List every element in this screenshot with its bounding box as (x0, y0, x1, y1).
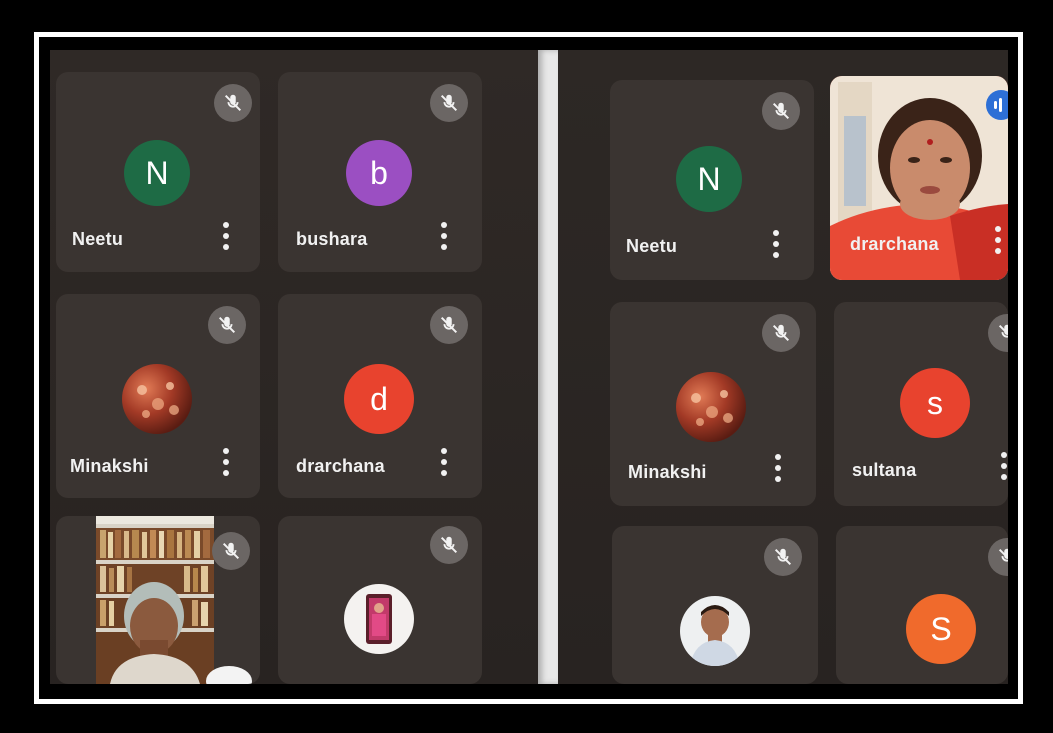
participant-name: Neetu (626, 236, 678, 256)
more-vert-icon[interactable] (440, 222, 448, 250)
avatar: d (344, 364, 414, 434)
mic-off-icon (988, 538, 1008, 576)
participant-tile[interactable]: s sultana (834, 302, 1008, 506)
mic-off-icon (212, 532, 250, 570)
participant-tile[interactable]: Minakshi (56, 294, 260, 498)
participant-tile[interactable]: N Neetu (56, 72, 260, 272)
mic-off-icon (988, 314, 1008, 352)
participant-name: sultana (852, 460, 917, 480)
more-vert-icon[interactable] (222, 222, 230, 250)
more-vert-icon[interactable] (774, 454, 782, 482)
participant-name: Minakshi (628, 462, 707, 482)
more-vert-icon[interactable] (772, 230, 780, 258)
photo-divider (538, 50, 558, 684)
mic-off-icon (762, 92, 800, 130)
participant-name: drarchana (296, 456, 385, 476)
participant-video-tile[interactable]: drarchana (830, 76, 1008, 280)
avatar (344, 584, 414, 654)
participant-name: Neetu (72, 229, 124, 249)
more-vert-icon[interactable] (222, 448, 230, 476)
avatar (680, 596, 750, 666)
participant-tile[interactable] (612, 526, 818, 684)
participant-video-tile[interactable] (56, 516, 260, 684)
mic-off-icon (430, 526, 468, 564)
more-vert-icon[interactable] (994, 226, 1002, 254)
left-meeting-grid: N Neetu b bushara Minakshi d drarchana (50, 50, 538, 684)
avatar (676, 372, 746, 442)
mic-off-icon (430, 306, 468, 344)
avatar: N (676, 146, 742, 212)
mic-off-icon (208, 306, 246, 344)
avatar: N (124, 140, 190, 206)
avatar (122, 364, 192, 434)
participant-tile[interactable]: S (836, 526, 1008, 684)
more-vert-icon[interactable] (1000, 452, 1008, 480)
participant-name: drarchana (850, 234, 939, 254)
avatar: S (906, 594, 976, 664)
participant-tile[interactable] (278, 516, 482, 684)
participant-video (96, 516, 214, 684)
participant-tile[interactable]: Minakshi (610, 302, 816, 506)
participant-tile[interactable]: b bushara (278, 72, 482, 272)
mic-off-icon (762, 314, 800, 352)
avatar: s (900, 368, 970, 438)
participant-name: bushara (296, 229, 368, 249)
participant-tile[interactable]: d drarchana (278, 294, 482, 498)
mic-off-icon (764, 538, 802, 576)
avatar: b (346, 140, 412, 206)
right-meeting-grid: N Neetu drarchana Minakshi s sultana S (558, 50, 1008, 684)
more-vert-icon[interactable] (440, 448, 448, 476)
participant-tile[interactable]: N Neetu (610, 80, 814, 280)
mic-off-icon (214, 84, 252, 122)
mic-off-icon (430, 84, 468, 122)
speaking-indicator-icon (986, 90, 1008, 120)
participant-name: Minakshi (70, 456, 149, 476)
